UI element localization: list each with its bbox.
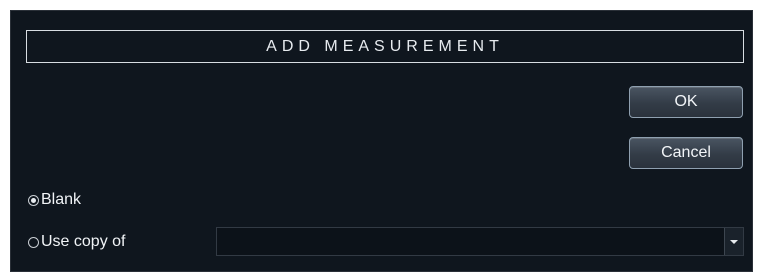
use-copy-option[interactable]: Use copy of bbox=[28, 233, 125, 251]
use-copy-radio[interactable] bbox=[28, 236, 39, 248]
blank-label: Blank bbox=[41, 191, 82, 208]
dialog-title: ADD MEASUREMENT bbox=[266, 37, 504, 55]
blank-option[interactable]: Blank bbox=[28, 191, 81, 209]
cancel-button[interactable]: Cancel bbox=[629, 137, 743, 169]
ok-button[interactable]: OK bbox=[629, 86, 743, 118]
add-measurement-dialog: ADD MEASUREMENT OK Cancel Blank Use copy… bbox=[10, 10, 753, 272]
ok-button-label: OK bbox=[674, 93, 698, 110]
use-copy-label: Use copy of bbox=[41, 233, 126, 250]
copy-source-select[interactable] bbox=[216, 227, 744, 256]
dropdown-arrow-button[interactable] bbox=[724, 228, 743, 255]
blank-radio[interactable] bbox=[28, 194, 39, 206]
cancel-button-label: Cancel bbox=[661, 144, 711, 161]
dialog-title-bar: ADD MEASUREMENT bbox=[26, 30, 744, 63]
chevron-down-icon bbox=[730, 239, 738, 244]
